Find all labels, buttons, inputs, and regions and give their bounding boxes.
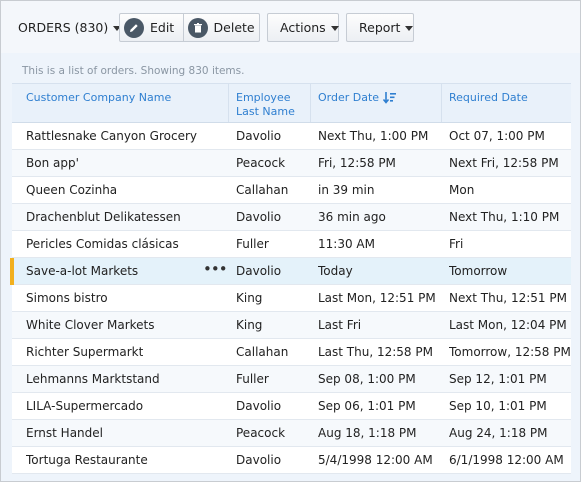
cell-employee: Fuller	[236, 372, 269, 386]
cell-required-date: Fri	[449, 237, 464, 251]
cell-order-date: 36 min ago	[318, 210, 386, 224]
view-selector-button[interactable]: ORDERS (830)	[14, 13, 125, 42]
cell-required-date: Sep 10, 1:01 PM	[449, 399, 547, 413]
cell-order-date: Sep 08, 1:00 PM	[318, 372, 416, 386]
cell-company: Bon app'	[26, 156, 79, 170]
cell-employee: Callahan	[236, 345, 289, 359]
cell-required-date: Next Fri, 12:58 PM	[449, 156, 559, 170]
cell-required-date: Next Thu, 1:10 PM	[449, 210, 560, 224]
grid-header: Customer Company Name Employee Last Name…	[12, 83, 571, 123]
cell-required-date: Tomorrow	[449, 264, 508, 278]
view-title: ORDERS (830)	[18, 20, 109, 35]
cell-order-date: Sep 06, 1:01 PM	[318, 399, 416, 413]
table-row[interactable]: Save-a-lot Markets Davolio Today Tomorrow ••…	[10, 258, 571, 285]
cell-order-date: 11:30 AM	[318, 237, 375, 251]
cell-order-date: 5/4/1998 12:00 AM	[318, 453, 433, 467]
edit-label: Edit	[150, 20, 175, 35]
cell-order-date: Last Fri	[318, 318, 362, 332]
toolbar: ORDERS (830) Edit Delete Actions Report	[1, 1, 580, 53]
cell-order-date: Aug 18, 1:18 PM	[318, 426, 417, 440]
table-row[interactable]: Simons bistro King Last Mon, 12:51 PM Next …	[12, 285, 571, 312]
cell-employee: Davolio	[236, 399, 282, 413]
table-row[interactable]: Pericles Comidas clásicas Fuller 11:30 AM F…	[12, 231, 571, 258]
cell-company: Pericles Comidas clásicas	[26, 237, 179, 251]
table-row[interactable]: Queen Cozinha Callahan in 39 min Mon	[12, 177, 571, 204]
table-row[interactable]: Lehmanns Marktstand Fuller Sep 08, 1:00 PM…	[12, 366, 571, 393]
table-row[interactable]: Rattlesnake Canyon Grocery Davolio Next Th…	[12, 123, 571, 150]
column-divider[interactable]	[228, 84, 229, 122]
table-row[interactable]: White Clover Markets King Last Fri Last Mon…	[12, 312, 571, 339]
cell-required-date: 6/1/1998 12:00 AM	[449, 453, 564, 467]
column-divider[interactable]	[310, 84, 311, 122]
report-label: Report	[359, 20, 401, 35]
cell-employee: Davolio	[236, 264, 282, 278]
actions-button[interactable]: Actions	[267, 13, 339, 42]
cell-company: LILA-Supermercado	[26, 399, 144, 413]
sort-descending-icon	[383, 92, 397, 104]
cell-company: Queen Cozinha	[26, 183, 118, 197]
cell-required-date: Aug 24, 1:18 PM	[449, 426, 548, 440]
list-info-text: This is a list of orders. Showing 830 it…	[22, 65, 245, 77]
table-row[interactable]: Richter Supermarkt Callahan Last Thu, 12:5…	[12, 339, 571, 366]
cell-order-date: in 39 min	[318, 183, 375, 197]
cell-order-date: Last Mon, 12:51 PM	[318, 291, 436, 305]
report-button[interactable]: Report	[346, 13, 414, 42]
table-row[interactable]: LILA-Supermercado Davolio Sep 06, 1:01 PM S…	[12, 393, 571, 420]
cell-employee: King	[236, 318, 263, 332]
cell-company: Simons bistro	[26, 291, 108, 305]
row-menu-button[interactable]: •••	[203, 258, 228, 285]
delete-label: Delete	[213, 20, 255, 35]
cell-employee: Davolio	[236, 453, 282, 467]
cell-employee: Callahan	[236, 183, 289, 197]
column-header-employee[interactable]: Employee Last Name	[236, 84, 302, 122]
cell-order-date: Today	[318, 264, 353, 278]
table-row[interactable]: Drachenblut Delikatessen Davolio 36 min ag…	[12, 204, 571, 231]
cell-required-date: Next Thu, 12:51 PM	[449, 291, 567, 305]
cell-company: Tortuga Restaurante	[26, 453, 148, 467]
cell-company: Rattlesnake Canyon Grocery	[26, 129, 198, 143]
cell-company: Save-a-lot Markets	[26, 264, 139, 278]
cell-employee: Davolio	[236, 210, 282, 224]
column-header-company[interactable]: Customer Company Name	[26, 84, 226, 122]
cell-employee: King	[236, 291, 263, 305]
caret-down-icon	[405, 25, 414, 31]
cell-required-date: Tomorrow, 12:58 PM	[449, 345, 571, 359]
cell-company: Lehmanns Marktstand	[26, 372, 160, 386]
cell-company: White Clover Markets	[26, 318, 155, 332]
cell-required-date: Mon	[449, 183, 475, 197]
edit-delete-group: Edit Delete	[119, 13, 260, 42]
cell-order-date: Next Thu, 1:00 PM	[318, 129, 429, 143]
table-row[interactable]: Bon app' Peacock Fri, 12:58 PM Next Fri, 12…	[12, 150, 571, 177]
caret-down-icon	[330, 25, 339, 31]
cell-required-date: Last Mon, 12:04 PM	[449, 318, 567, 332]
cell-employee: Fuller	[236, 237, 269, 251]
cell-employee: Davolio	[236, 129, 282, 143]
orders-view: ORDERS (830) Edit Delete Actions Report	[0, 0, 581, 482]
column-divider[interactable]	[441, 84, 442, 122]
table-row[interactable]: Ernst Handel Peacock Aug 18, 1:18 PM Aug 24…	[12, 420, 571, 447]
selection-marker	[10, 258, 14, 285]
cell-company: Ernst Handel	[26, 426, 103, 440]
cell-company: Richter Supermarkt	[26, 345, 144, 359]
column-header-order-date[interactable]: Order Date	[318, 84, 428, 122]
cell-company: Drachenblut Delikatessen	[26, 210, 181, 224]
table-row[interactable]: Tortuga Restaurante Davolio 5/4/1998 12:00…	[12, 447, 571, 474]
cell-required-date: Oct 07, 1:00 PM	[449, 129, 545, 143]
cell-employee: Peacock	[236, 156, 286, 170]
column-header-required-date[interactable]: Required Date	[449, 84, 564, 122]
pencil-icon	[124, 17, 144, 38]
cell-required-date: Sep 12, 1:01 PM	[449, 372, 547, 386]
cell-order-date: Fri, 12:58 PM	[318, 156, 396, 170]
delete-button[interactable]: Delete	[182, 14, 259, 41]
cell-order-date: Last Thu, 12:58 PM	[318, 345, 433, 359]
trash-icon	[187, 17, 208, 38]
actions-label: Actions	[280, 20, 326, 35]
cell-employee: Peacock	[236, 426, 286, 440]
edit-button[interactable]: Edit	[120, 14, 183, 41]
